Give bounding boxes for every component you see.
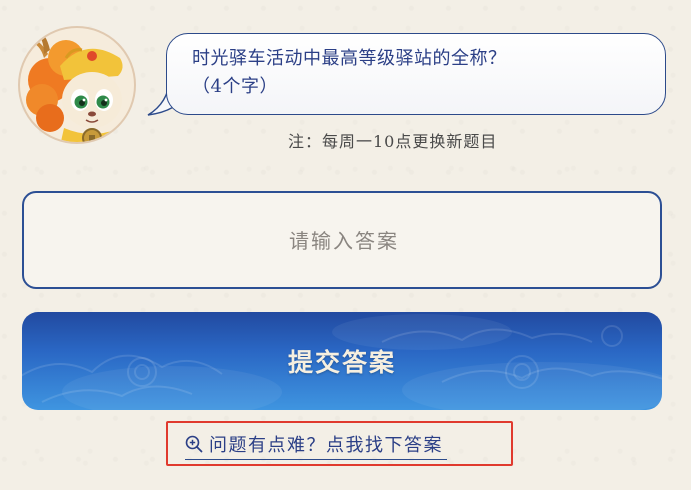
zoom-in-icon xyxy=(185,435,203,453)
mascot-avatar xyxy=(18,26,136,144)
submit-answer-button[interactable]: 提交答案 xyxy=(22,312,662,410)
answer-field-frame xyxy=(22,191,664,289)
submit-button-label: 提交答案 xyxy=(287,348,396,377)
find-answer-hint-link[interactable]: 问题有点难？点我找下答案 xyxy=(185,429,447,460)
dragon-cub-mascot-avatar-icon xyxy=(26,30,124,142)
question-text: 时光驿车活动中最高等级驿站的全称？ （4个字） xyxy=(192,45,632,101)
hint-highlight-frame: 问题有点难？点我找下答案 xyxy=(166,421,513,466)
question-line-1: 时光驿车活动中最高等级驿站的全称？ xyxy=(192,48,507,69)
question-line-2: （4个字） xyxy=(192,76,278,97)
question-bubble: 时光驿车活动中最高等级驿站的全称？ （4个字） xyxy=(147,33,668,117)
weekly-update-note: 注：每周一10点更换新题目 xyxy=(288,132,498,151)
hint-link-label: 问题有点难？点我找下答案 xyxy=(209,435,443,456)
answer-input[interactable] xyxy=(24,193,664,289)
